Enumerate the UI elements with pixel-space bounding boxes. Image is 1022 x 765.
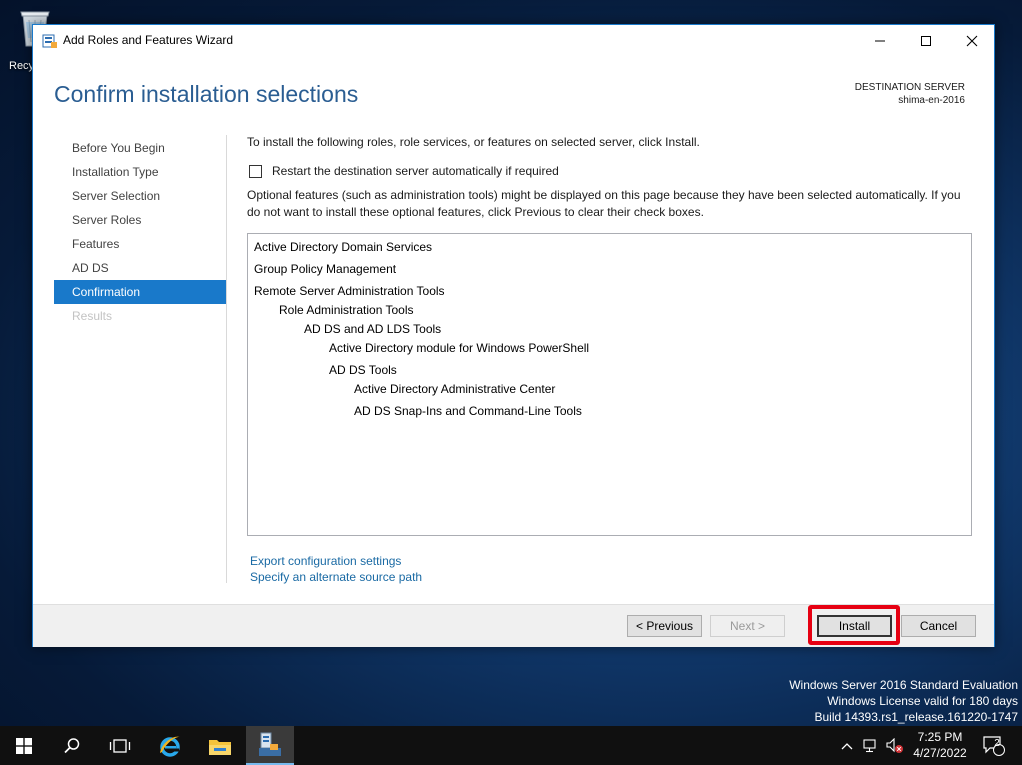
- wizard-nav: Before You Begin Installation Type Serve…: [54, 136, 226, 328]
- list-item: Role Administration Tools: [279, 303, 414, 317]
- server-manager-icon: [42, 34, 57, 48]
- task-view-button[interactable]: [96, 726, 144, 765]
- config-links: Export configuration settings Specify an…: [250, 553, 422, 585]
- nav-item-server-roles[interactable]: Server Roles: [54, 208, 226, 232]
- previous-button[interactable]: < Previous: [627, 615, 702, 637]
- watermark-build: Build 14393.rs1_release.161220-1747: [814, 710, 1019, 724]
- list-item: Active Directory module for Windows Powe…: [329, 341, 590, 355]
- close-button[interactable]: [949, 25, 995, 56]
- folder-icon: [209, 739, 231, 755]
- list-item: Active Directory Domain Services: [254, 240, 433, 254]
- search-icon: [64, 737, 80, 753]
- nav-item-server-selection[interactable]: Server Selection: [54, 184, 226, 208]
- intro-text: To install the following roles, role ser…: [247, 135, 700, 149]
- notification-count: 2: [994, 738, 1000, 749]
- nav-item-before-you-begin[interactable]: Before You Begin: [54, 136, 226, 160]
- list-item: Active Directory Administrative Center: [354, 382, 556, 396]
- start-button[interactable]: [0, 726, 48, 765]
- cancel-button[interactable]: Cancel: [901, 615, 976, 637]
- watermark-edition: Windows Server 2016 Standard Evaluation: [789, 678, 1018, 692]
- destination-server-info: DESTINATION SERVER shima-en-2016: [855, 81, 965, 107]
- nav-item-confirmation[interactable]: Confirmation: [54, 280, 226, 304]
- internet-explorer-button[interactable]: [146, 726, 194, 765]
- windows-logo-icon: [16, 737, 32, 754]
- list-item: AD DS Snap-Ins and Command-Line Tools: [354, 404, 582, 418]
- maximize-icon: [921, 35, 931, 46]
- nav-item-features[interactable]: Features: [54, 232, 226, 256]
- page-title: Confirm installation selections: [54, 81, 359, 107]
- recycle-bin-label: Recy: [9, 60, 35, 72]
- restart-option[interactable]: Restart the destination server automatic…: [249, 164, 559, 178]
- chevron-up-icon: [841, 742, 853, 749]
- restart-checkbox[interactable]: [249, 164, 262, 178]
- title-bar[interactable]: Add Roles and Features Wizard: [33, 25, 994, 56]
- search-button[interactable]: [48, 726, 96, 765]
- volume-button[interactable]: [884, 726, 906, 765]
- clock-date: 4/27/2022: [913, 746, 967, 760]
- maximize-button[interactable]: [903, 25, 949, 56]
- server-manager-icon: [259, 732, 281, 756]
- server-manager-taskbar-button[interactable]: [246, 726, 294, 765]
- network-button[interactable]: [860, 726, 882, 765]
- taskbar-clock[interactable]: 7:25 PM 4/27/2022: [905, 729, 975, 761]
- taskbar: 7:25 PM 4/27/2022 2: [0, 726, 1022, 765]
- list-item: Remote Server Administration Tools: [254, 284, 445, 298]
- alternate-source-path-link[interactable]: Specify an alternate source path: [250, 569, 422, 585]
- install-highlight-box: [808, 605, 900, 645]
- action-center-button[interactable]: 2: [980, 726, 1008, 765]
- task-view-icon: [109, 738, 131, 753]
- nav-item-results: Results: [72, 309, 113, 323]
- nav-divider: [226, 135, 227, 583]
- export-configuration-link[interactable]: Export configuration settings: [250, 553, 422, 569]
- restart-checkbox-label[interactable]: Restart the destination server automatic…: [272, 164, 559, 178]
- next-button: Next >: [710, 615, 785, 637]
- nav-item-installation-type[interactable]: Installation Type: [54, 160, 226, 184]
- wizard-window: Add Roles and Features Wizard Confirm in…: [32, 24, 995, 647]
- nav-item-ad-ds[interactable]: AD DS: [54, 256, 226, 280]
- watermark-license: Windows License valid for 180 days: [827, 694, 1018, 708]
- clock-time: 7:25 PM: [917, 730, 963, 744]
- minimize-button[interactable]: [857, 25, 903, 56]
- volume-muted-icon: [886, 737, 903, 753]
- internet-explorer-icon: [160, 736, 180, 757]
- close-icon: [966, 35, 978, 46]
- window-title: Add Roles and Features Wizard: [63, 33, 234, 47]
- file-explorer-button[interactable]: [196, 726, 244, 765]
- destination-server-name: shima-en-2016: [898, 95, 965, 106]
- destination-label: DESTINATION SERVER: [854, 82, 965, 93]
- show-hidden-icons-button[interactable]: [836, 726, 858, 765]
- list-item: AD DS Tools: [329, 363, 397, 377]
- minimize-icon: [875, 40, 885, 41]
- windows-watermark: Windows Server 2016 Standard Evaluation …: [789, 677, 1018, 725]
- list-item: Group Policy Management: [254, 262, 397, 276]
- selections-list[interactable]: Active Directory Domain Services Group P…: [247, 233, 972, 536]
- optional-features-note: Optional features (such as administratio…: [247, 188, 961, 219]
- network-icon: [863, 738, 876, 752]
- list-item: AD DS and AD LDS Tools: [304, 322, 442, 336]
